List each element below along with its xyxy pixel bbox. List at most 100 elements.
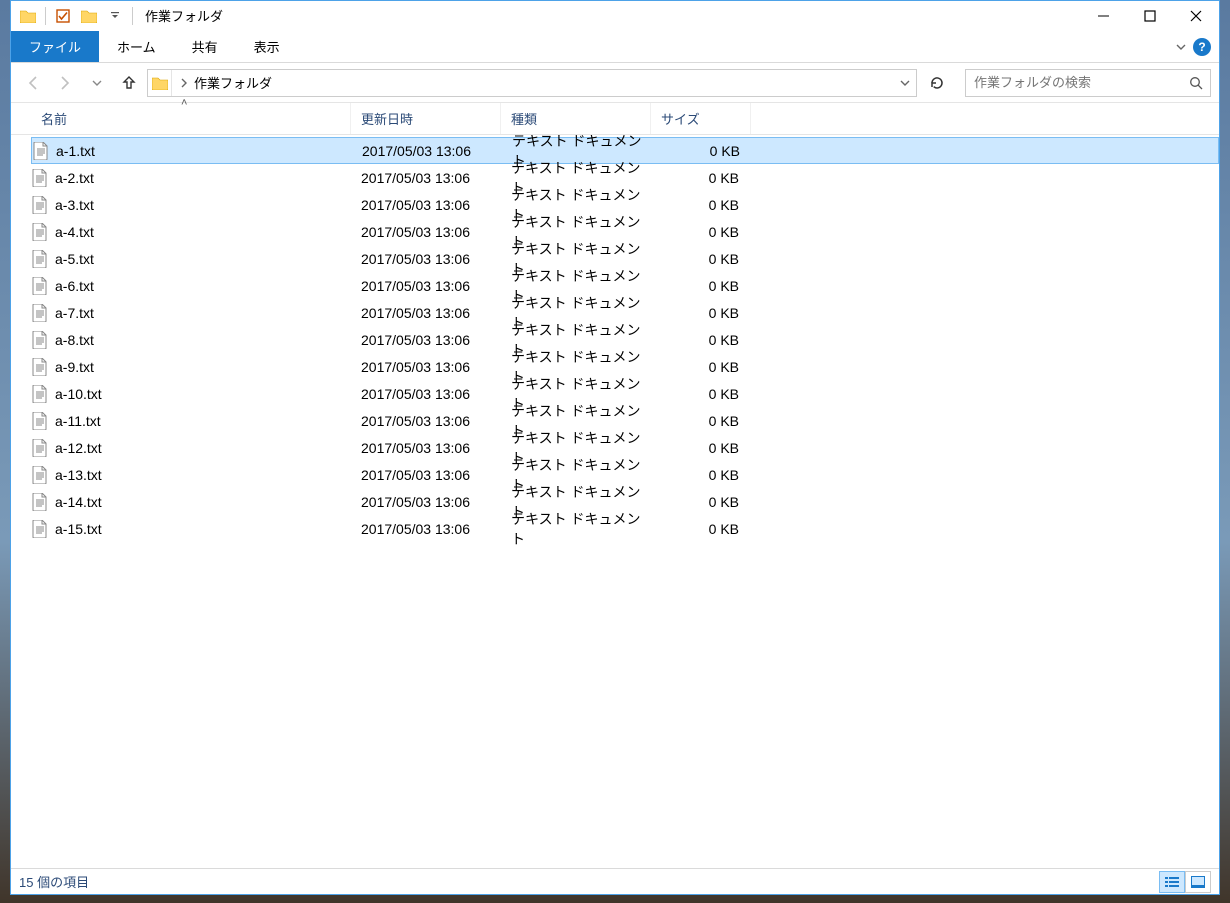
file-date: 2017/05/03 13:06 bbox=[361, 170, 470, 186]
status-bar: 15 個の項目 bbox=[11, 868, 1219, 894]
file-date: 2017/05/03 13:06 bbox=[361, 494, 470, 510]
tab-view[interactable]: 表示 bbox=[236, 31, 298, 62]
file-date: 2017/05/03 13:06 bbox=[361, 251, 470, 267]
file-date-cell: 2017/05/03 13:06 bbox=[351, 326, 501, 353]
address-history-dropdown[interactable] bbox=[894, 78, 916, 88]
tab-home[interactable]: ホーム bbox=[99, 31, 174, 62]
view-details-button[interactable] bbox=[1159, 871, 1185, 893]
file-size-cell: 0 KB bbox=[651, 380, 751, 407]
file-date: 2017/05/03 13:06 bbox=[362, 143, 471, 159]
text-file-icon bbox=[31, 277, 49, 295]
file-name-cell: a-8.txt bbox=[31, 326, 351, 353]
file-name-cell: a-2.txt bbox=[31, 164, 351, 191]
file-date-cell: 2017/05/03 13:06 bbox=[351, 164, 501, 191]
search-input[interactable] bbox=[966, 75, 1182, 90]
text-file-icon bbox=[31, 439, 49, 457]
file-list[interactable]: a-1.txt2017/05/03 13:06テキスト ドキュメント0 KBa-… bbox=[11, 135, 1219, 868]
file-name-cell: a-6.txt bbox=[31, 272, 351, 299]
breadcrumb-separator-icon bbox=[180, 78, 188, 88]
file-size: 0 KB bbox=[709, 386, 739, 402]
file-size: 0 KB bbox=[709, 278, 739, 294]
text-file-icon bbox=[31, 466, 49, 484]
ribbon-expand-icon[interactable] bbox=[1175, 41, 1187, 53]
search-box[interactable] bbox=[965, 69, 1211, 97]
file-size: 0 KB bbox=[709, 305, 739, 321]
file-date-cell: 2017/05/03 13:06 bbox=[351, 380, 501, 407]
file-row[interactable]: a-15.txt2017/05/03 13:06テキスト ドキュメント0 KB bbox=[31, 515, 1219, 542]
file-size-cell: 0 KB bbox=[651, 164, 751, 191]
file-size-cell: 0 KB bbox=[651, 353, 751, 380]
address-bar[interactable]: 作業フォルダ bbox=[147, 69, 917, 97]
file-name-cell: a-13.txt bbox=[31, 461, 351, 488]
address-folder-icon[interactable] bbox=[148, 70, 172, 96]
qat-dropdown-icon[interactable] bbox=[104, 5, 126, 27]
minimize-button[interactable] bbox=[1081, 1, 1127, 31]
file-name: a-8.txt bbox=[55, 332, 94, 348]
properties-icon[interactable] bbox=[52, 5, 74, 27]
file-date: 2017/05/03 13:06 bbox=[361, 359, 470, 375]
file-name-cell: a-5.txt bbox=[31, 245, 351, 272]
status-item-count: 15 個の項目 bbox=[19, 872, 89, 891]
breadcrumb-label: 作業フォルダ bbox=[194, 73, 272, 92]
tab-share[interactable]: 共有 bbox=[174, 31, 236, 62]
column-date-label: 更新日時 bbox=[361, 109, 413, 128]
refresh-button[interactable] bbox=[923, 69, 951, 97]
help-icon[interactable]: ? bbox=[1193, 38, 1211, 56]
breadcrumb-segment-0[interactable]: 作業フォルダ bbox=[172, 73, 280, 92]
file-size: 0 KB bbox=[709, 332, 739, 348]
file-date: 2017/05/03 13:06 bbox=[361, 332, 470, 348]
file-date-cell: 2017/05/03 13:06 bbox=[351, 245, 501, 272]
file-date-cell: 2017/05/03 13:06 bbox=[351, 272, 501, 299]
column-name[interactable]: 名前 ˄ bbox=[31, 103, 351, 134]
nav-recent-dropdown[interactable] bbox=[83, 69, 111, 97]
file-date: 2017/05/03 13:06 bbox=[361, 413, 470, 429]
file-size-cell: 0 KB bbox=[651, 515, 751, 542]
maximize-button[interactable] bbox=[1127, 1, 1173, 31]
file-name: a-13.txt bbox=[55, 467, 102, 483]
file-date-cell: 2017/05/03 13:06 bbox=[351, 515, 501, 542]
text-file-icon bbox=[31, 385, 49, 403]
tab-file[interactable]: ファイル bbox=[11, 31, 99, 62]
window-title: 作業フォルダ bbox=[145, 6, 223, 25]
file-name-cell: a-10.txt bbox=[31, 380, 351, 407]
file-name-cell: a-12.txt bbox=[31, 434, 351, 461]
column-headers: 名前 ˄ 更新日時 種類 サイズ bbox=[11, 103, 1219, 135]
column-name-label: 名前 bbox=[41, 109, 67, 128]
file-date-cell: 2017/05/03 13:06 bbox=[352, 138, 502, 163]
column-date[interactable]: 更新日時 bbox=[351, 103, 501, 134]
close-button[interactable] bbox=[1173, 1, 1219, 31]
file-size-cell: 0 KB bbox=[651, 407, 751, 434]
file-name-cell: a-4.txt bbox=[31, 218, 351, 245]
file-size-cell: 0 KB bbox=[652, 138, 752, 163]
file-date-cell: 2017/05/03 13:06 bbox=[351, 218, 501, 245]
text-file-icon bbox=[31, 304, 49, 322]
nav-row: 作業フォルダ bbox=[11, 63, 1219, 103]
file-size: 0 KB bbox=[709, 413, 739, 429]
file-name: a-14.txt bbox=[55, 494, 102, 510]
column-size[interactable]: サイズ bbox=[651, 103, 751, 134]
file-name: a-3.txt bbox=[55, 197, 94, 213]
column-type-label: 種類 bbox=[511, 109, 537, 128]
column-type[interactable]: 種類 bbox=[501, 103, 651, 134]
file-date: 2017/05/03 13:06 bbox=[361, 224, 470, 240]
file-date-cell: 2017/05/03 13:06 bbox=[351, 353, 501, 380]
text-file-icon bbox=[31, 250, 49, 268]
file-name: a-5.txt bbox=[55, 251, 94, 267]
nav-back-button[interactable] bbox=[19, 69, 47, 97]
nav-up-button[interactable] bbox=[115, 69, 143, 97]
new-folder-icon[interactable] bbox=[78, 5, 100, 27]
text-file-icon bbox=[31, 196, 49, 214]
file-name-cell: a-14.txt bbox=[31, 488, 351, 515]
file-name-cell: a-1.txt bbox=[32, 138, 352, 163]
file-type-cell: テキスト ドキュメント bbox=[501, 515, 651, 542]
file-name: a-10.txt bbox=[55, 386, 102, 402]
file-date: 2017/05/03 13:06 bbox=[361, 467, 470, 483]
file-name-cell: a-3.txt bbox=[31, 191, 351, 218]
file-date-cell: 2017/05/03 13:06 bbox=[351, 434, 501, 461]
search-icon[interactable] bbox=[1182, 76, 1210, 90]
nav-forward-button[interactable] bbox=[51, 69, 79, 97]
file-date: 2017/05/03 13:06 bbox=[361, 521, 470, 537]
view-thumbnails-button[interactable] bbox=[1185, 871, 1211, 893]
file-size: 0 KB bbox=[709, 170, 739, 186]
file-size-cell: 0 KB bbox=[651, 272, 751, 299]
